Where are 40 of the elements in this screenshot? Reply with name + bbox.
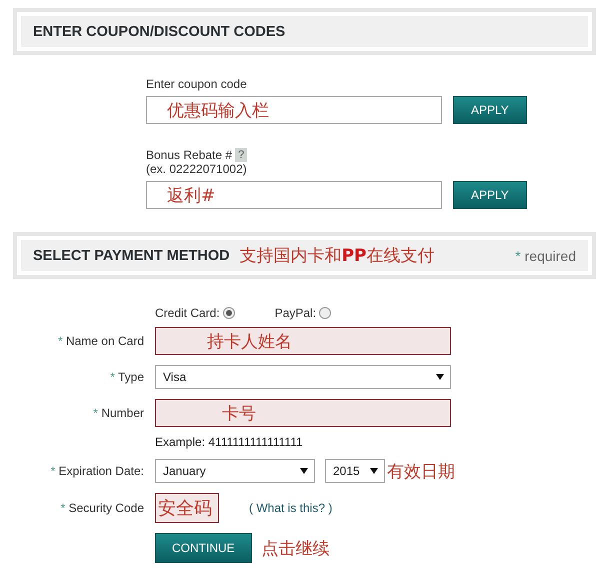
annotation-text: 支持国内卡和PP在线支付 bbox=[240, 245, 434, 267]
annotation-text: 持卡人姓名 bbox=[207, 330, 292, 352]
annotation-text: 返利# bbox=[167, 184, 216, 206]
input-field[interactable]: 优惠码输入栏 bbox=[146, 96, 442, 124]
field-label: * Number bbox=[92, 406, 144, 420]
field-hint: (ex. 02222071002) bbox=[146, 162, 248, 176]
payment-option[interactable]: Credit Card: bbox=[155, 297, 235, 329]
example-text: Example: 4111111111111111 bbox=[155, 435, 304, 449]
input-field[interactable]: 持卡人姓名 bbox=[155, 327, 451, 355]
input-field[interactable]: 卡号 bbox=[155, 399, 451, 427]
continue-button[interactable]: CONTINUE bbox=[155, 533, 252, 563]
apply-button[interactable]: APPLY bbox=[453, 181, 527, 209]
annotation-text: 有效日期 bbox=[387, 460, 455, 482]
input-field[interactable]: 安全码 bbox=[155, 493, 219, 523]
field-label: * Type bbox=[109, 370, 144, 384]
radio-button[interactable] bbox=[222, 307, 235, 319]
field-label: * Expiration Date: bbox=[50, 464, 144, 478]
input-field[interactable]: 返利# bbox=[146, 181, 442, 209]
radio-button[interactable] bbox=[319, 307, 332, 319]
section-title: ENTER COUPON/DISCOUNT CODES bbox=[33, 24, 286, 40]
field-label: * Security Code bbox=[60, 501, 144, 515]
select-field[interactable]: 2015 bbox=[325, 459, 385, 483]
field-label: * Name on Card bbox=[56, 334, 144, 348]
annotation-text: 优惠码输入栏 bbox=[167, 100, 269, 122]
apply-button[interactable]: APPLY bbox=[453, 96, 527, 124]
dropdown-caret-icon bbox=[300, 468, 308, 474]
select-field[interactable]: January bbox=[155, 459, 315, 483]
section-title: SELECT PAYMENT METHOD bbox=[33, 248, 230, 264]
required-note: * required bbox=[515, 248, 576, 264]
help-link[interactable]: ( What is this? ) bbox=[249, 501, 332, 515]
payment-option[interactable]: PayPal: bbox=[274, 297, 332, 329]
select-field[interactable]: Visa bbox=[155, 365, 451, 389]
dropdown-caret-icon bbox=[436, 374, 444, 380]
field-label: Enter coupon code bbox=[146, 77, 247, 91]
dropdown-caret-icon bbox=[370, 468, 378, 474]
annotation-text: 卡号 bbox=[222, 402, 256, 424]
field-label: Bonus Rebate # bbox=[146, 148, 232, 162]
help-icon[interactable]: ? bbox=[235, 148, 248, 162]
annotation-text: 点击继续 bbox=[262, 538, 330, 560]
annotation-text: 安全码 bbox=[158, 497, 212, 520]
